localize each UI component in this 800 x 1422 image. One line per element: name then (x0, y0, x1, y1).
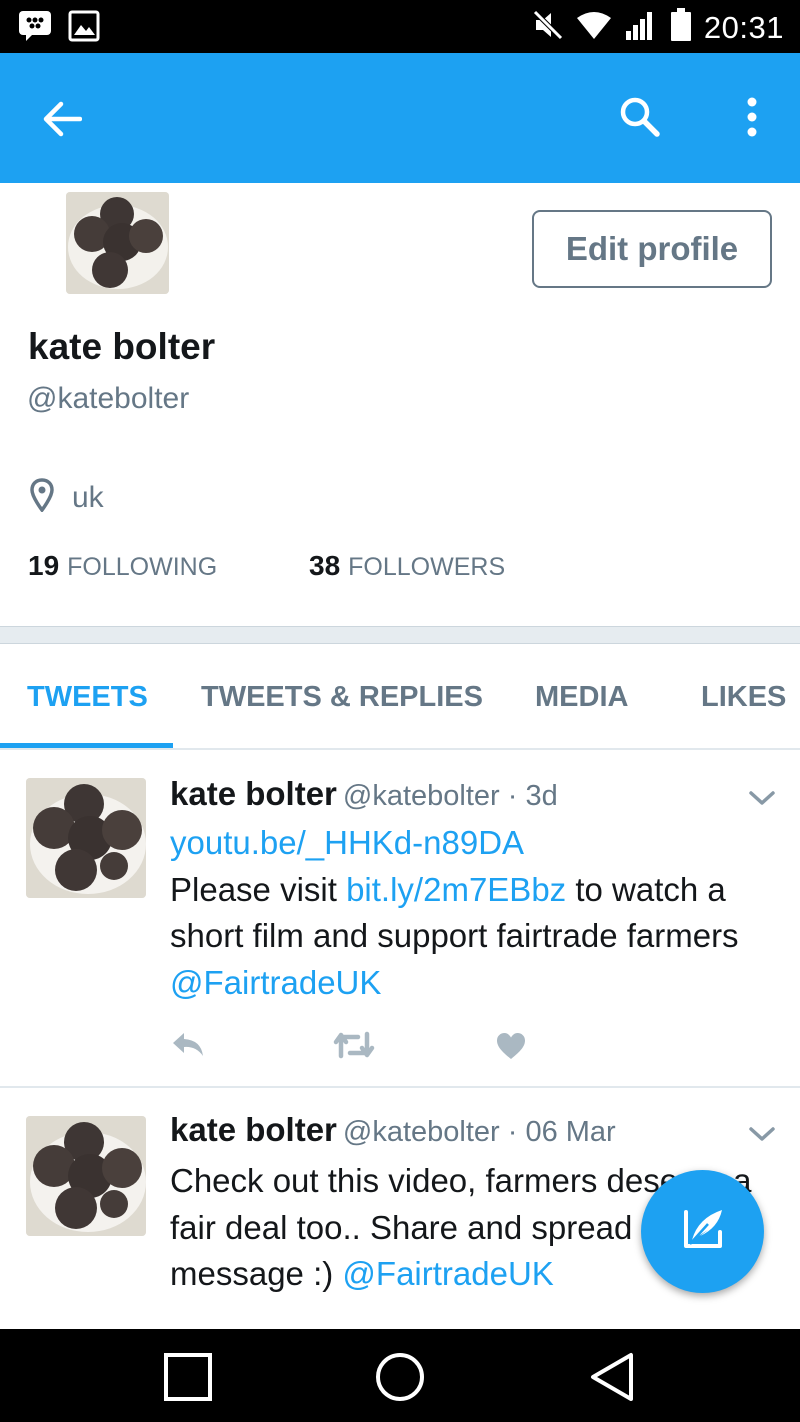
tweet-avatar[interactable] (26, 778, 146, 898)
reply-icon[interactable] (170, 1030, 206, 1065)
system-nav-bar (0, 1329, 800, 1422)
tweet-avatar[interactable] (26, 1116, 146, 1236)
status-bar: 20:31 (0, 0, 800, 53)
compose-feather-icon (678, 1204, 728, 1259)
status-time: 20:31 (703, 9, 784, 45)
search-icon[interactable] (612, 89, 668, 145)
following-stat[interactable]: 19 FOLLOWING (28, 550, 217, 582)
profile-location: uk (30, 478, 104, 517)
recents-square-icon[interactable] (160, 1349, 216, 1405)
profile-avatar[interactable] (66, 192, 169, 294)
tweet-text: youtu.be/_HHKd-n89DA Please visit bit.ly… (170, 820, 780, 1006)
more-vertical-icon[interactable] (724, 89, 780, 145)
mute-icon (532, 9, 564, 46)
tweet-link[interactable]: youtu.be/_HHKd-n89DA (170, 824, 524, 861)
chevron-down-icon[interactable] (746, 782, 778, 814)
battery-icon (670, 8, 692, 47)
back-arrow-icon[interactable] (34, 91, 90, 147)
tweet-author-name[interactable]: kate bolter (170, 1111, 337, 1148)
profile-tabs: TWEETS TWEETS & REPLIES MEDIA LIKES (0, 645, 800, 750)
following-count: 19 (28, 550, 60, 581)
tab-tweets-replies[interactable]: TWEETS & REPLIES (201, 681, 483, 714)
gallery-icon (68, 10, 100, 47)
retweet-icon[interactable] (333, 1030, 375, 1065)
app-bar (0, 53, 800, 183)
edit-profile-button[interactable]: Edit profile (532, 210, 772, 288)
profile-name: kate bolter (28, 326, 216, 367)
tweet-header: kate bolter @katebolter · 06 Mar (170, 1111, 616, 1149)
tweet-link[interactable]: bit.ly/2m7EBbz (346, 871, 566, 908)
profile-handle: @katebolter (27, 382, 190, 415)
tweet-mention[interactable]: @FairtradeUK (342, 1255, 553, 1292)
location-pin-icon (30, 478, 54, 517)
chevron-down-icon[interactable] (746, 1118, 778, 1150)
home-circle-icon[interactable] (372, 1349, 428, 1405)
tab-media[interactable]: MEDIA (535, 681, 628, 714)
tweet-meta: @katebolter · 3d (342, 780, 558, 812)
tab-likes[interactable]: LIKES (701, 681, 786, 714)
tweet-mention[interactable]: @FairtradeUK (170, 964, 381, 1001)
location-text: uk (72, 480, 104, 514)
active-tab-indicator (0, 743, 173, 748)
back-triangle-icon[interactable] (584, 1349, 640, 1405)
followers-stat[interactable]: 38 FOLLOWERS (309, 550, 505, 582)
section-divider (0, 626, 800, 644)
tweet-meta: @katebolter · 06 Mar (342, 1116, 616, 1148)
heart-icon[interactable] (496, 1032, 526, 1065)
followers-label: FOLLOWERS (348, 553, 506, 581)
tweet-item[interactable]: kate bolter @katebolter · 3d youtu.be/_HH… (0, 752, 800, 1088)
signal-icon (624, 9, 658, 46)
compose-tweet-button[interactable] (641, 1170, 764, 1293)
following-label: FOLLOWING (67, 553, 218, 581)
bbm-icon (18, 10, 52, 47)
tweet-header: kate bolter @katebolter · 3d (170, 775, 558, 813)
wifi-icon (576, 10, 612, 45)
tweet-text-part: Please visit (170, 870, 347, 908)
tweet-author-name[interactable]: kate bolter (170, 775, 337, 812)
followers-count: 38 (309, 550, 341, 581)
tab-tweets[interactable]: TWEETS (27, 681, 148, 714)
